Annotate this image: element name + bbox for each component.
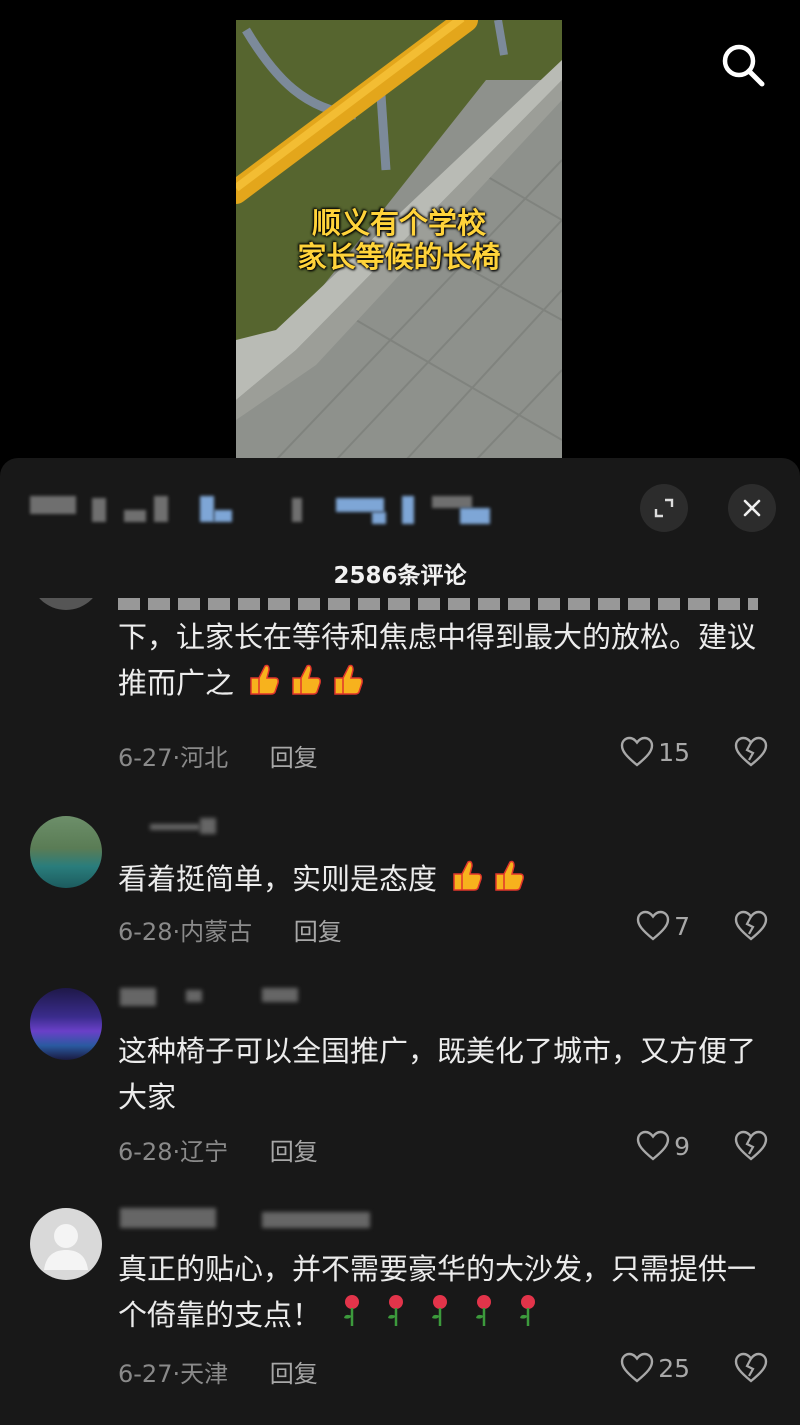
broken-heart-icon	[734, 736, 768, 767]
blurred-username	[150, 824, 200, 830]
dislike-button[interactable]	[734, 1352, 768, 1388]
video-caption: 顺义有个学校 家长等候的长椅	[236, 206, 562, 274]
rose-emoji-icon	[321, 1295, 550, 1332]
video-caption-line-2: 家长等候的长椅	[297, 240, 501, 274]
like-count: 7	[674, 911, 690, 941]
comment-date: 6-27	[118, 744, 173, 772]
comment-text: 看着挺简单，实则是态度	[118, 856, 768, 902]
meta-separator: ·	[172, 918, 181, 946]
dislike-button[interactable]	[734, 910, 768, 946]
sheet-header: 2586条评论	[0, 458, 800, 598]
list-item: 真正的贴心，并不需要豪华的大沙发，只需提供一个倚靠的支点！ 6-27·天津 回复	[0, 1208, 800, 1408]
broken-heart-icon	[734, 1130, 768, 1161]
comment-text: 这种椅子可以全国推广，既美化了城市，又方便了大家	[118, 1034, 757, 1114]
expand-button[interactable]	[640, 484, 688, 532]
reply-button[interactable]: 回复	[294, 918, 342, 946]
like-count: 9	[674, 1131, 690, 1161]
close-button[interactable]	[728, 484, 776, 532]
close-icon	[743, 499, 761, 517]
blurred-username	[186, 990, 202, 1002]
like-button[interactable]: 7	[636, 910, 690, 942]
comment-meta: 6-28·内蒙古 回复	[118, 912, 342, 947]
comment-count: 2586条评论	[333, 563, 467, 589]
comment-text-content: 看着挺简单，实则是态度	[118, 862, 438, 896]
comment-region: 内蒙古	[180, 918, 253, 946]
comment-region: 天津	[180, 1360, 229, 1388]
comment-text-content: 下，让家长在等待和焦虑中得到最大的放松。建议推而广之	[118, 620, 757, 700]
reply-button[interactable]: 回复	[270, 744, 318, 772]
list-item: 下，让家长在等待和焦虑中得到最大的放松。建议推而广之 6-27·河北 回复 15	[0, 598, 800, 798]
avatar[interactable]	[30, 816, 102, 888]
blurred-username	[120, 988, 156, 1006]
dislike-button[interactable]	[734, 1130, 768, 1166]
comment-sheet: 2586条评论 下，让家长在等待和焦虑中得到最大的放松。建议推而广之 6-27·…	[0, 458, 800, 1425]
blurred-username	[120, 1208, 216, 1228]
comment-date: 6-28	[118, 1138, 173, 1166]
expand-icon	[654, 498, 674, 518]
video-caption-line-1: 顺义有个学校	[311, 206, 486, 240]
meta-separator: ·	[172, 1360, 181, 1388]
comment-meta: 6-27·河北 回复	[118, 738, 318, 773]
meta-separator: ·	[172, 744, 181, 772]
comment-meta: 6-28·辽宁 回复	[118, 1132, 318, 1167]
default-avatar-icon	[44, 1224, 88, 1270]
dislike-button[interactable]	[734, 736, 768, 772]
blurred-username	[262, 1212, 370, 1228]
like-count: 25	[658, 1353, 690, 1383]
video-player[interactable]: 顺义有个学校 家长等候的长椅	[0, 0, 800, 460]
reply-button[interactable]: 回复	[270, 1360, 318, 1388]
comment-text: 下，让家长在等待和焦虑中得到最大的放松。建议推而广之	[118, 614, 768, 706]
like-button[interactable]: 25	[620, 1352, 690, 1384]
avatar[interactable]	[30, 988, 102, 1060]
broken-heart-icon	[734, 1352, 768, 1383]
comment-date: 6-28	[118, 918, 173, 946]
search-icon[interactable]	[718, 40, 768, 90]
like-button[interactable]: 9	[636, 1130, 690, 1162]
comment-list[interactable]: 下，让家长在等待和焦虑中得到最大的放松。建议推而广之 6-27·河北 回复 15	[0, 598, 800, 1425]
heart-outline-icon	[620, 736, 654, 767]
comment-region: 河北	[180, 744, 229, 772]
comment-meta: 6-27·天津 回复	[118, 1354, 318, 1389]
comment-text: 真正的贴心，并不需要豪华的大沙发，只需提供一个倚靠的支点！	[118, 1246, 768, 1338]
clipped-text-line	[118, 598, 768, 614]
meta-separator: ·	[172, 1138, 181, 1166]
list-item: 看着挺简单，实则是态度 6-28·内蒙古 回复 7	[0, 816, 800, 966]
comment-region: 辽宁	[180, 1138, 229, 1166]
comment-date: 6-27	[118, 1360, 173, 1388]
blurred-username	[200, 818, 216, 834]
like-button[interactable]: 15	[620, 736, 690, 768]
avatar[interactable]	[30, 598, 102, 610]
avatar[interactable]	[30, 1208, 102, 1280]
thumbs-up-emoji-icon	[437, 860, 532, 896]
blurred-username	[262, 988, 298, 1002]
heart-outline-icon	[636, 1130, 670, 1161]
reply-button[interactable]: 回复	[270, 1138, 318, 1166]
list-item: 这种椅子可以全国推广，既美化了城市，又方便了大家 6-28·辽宁 回复 9	[0, 988, 800, 1178]
video-frame[interactable]: 顺义有个学校 家长等候的长椅	[236, 20, 562, 460]
thumbs-up-emoji-icon	[234, 664, 371, 700]
heart-outline-icon	[620, 1352, 654, 1383]
heart-outline-icon	[636, 910, 670, 941]
like-count: 15	[658, 737, 690, 767]
broken-heart-icon	[734, 910, 768, 941]
